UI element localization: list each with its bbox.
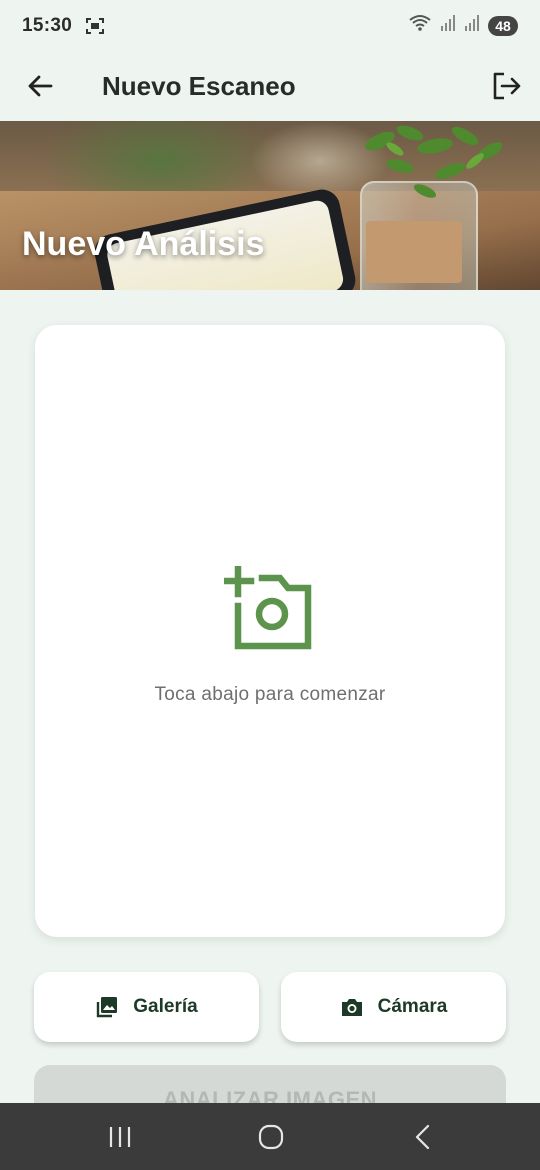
image-icon	[97, 997, 118, 1018]
system-nav-bar	[0, 1103, 540, 1170]
plant-leaves-image	[365, 125, 503, 198]
home-button[interactable]	[251, 1121, 291, 1153]
status-icons: 48	[408, 14, 518, 38]
back-button[interactable]	[12, 58, 68, 114]
add-photo-icon	[224, 566, 312, 650]
banner-title: Nuevo Análisis	[22, 225, 265, 263]
app-bar: Nuevo Escaneo	[0, 52, 540, 120]
arrow-left-icon	[28, 75, 53, 97]
recents-button[interactable]	[100, 1121, 140, 1153]
signal-icon	[440, 14, 456, 38]
image-upload-area[interactable]: Toca abajo para comenzar	[35, 325, 505, 937]
upload-hint: Toca abajo para comenzar	[154, 684, 386, 705]
source-buttons: Galería Cámara	[34, 972, 506, 1042]
battery-badge: 48	[488, 16, 518, 36]
gallery-button[interactable]: Galería	[34, 972, 259, 1042]
camera-icon	[341, 999, 362, 1016]
screenshot-icon	[86, 18, 105, 34]
hero-banner: Nuevo Análisis	[0, 121, 540, 290]
camera-button[interactable]: Cámara	[281, 972, 506, 1042]
nav-back-button[interactable]	[403, 1121, 443, 1153]
page-title: Nuevo Escaneo	[102, 70, 296, 101]
signal-icon	[464, 14, 480, 38]
back-icon	[415, 1124, 430, 1150]
logout-button[interactable]	[478, 58, 534, 114]
logout-icon	[493, 72, 521, 100]
recents-icon	[109, 1127, 131, 1147]
home-icon	[258, 1124, 284, 1150]
gallery-label: Galería	[133, 996, 198, 1017]
status-bar: 15:30 48	[0, 0, 540, 52]
wifi-icon	[408, 14, 432, 38]
status-time: 15:30	[22, 15, 73, 36]
camera-label: Cámara	[377, 996, 448, 1017]
